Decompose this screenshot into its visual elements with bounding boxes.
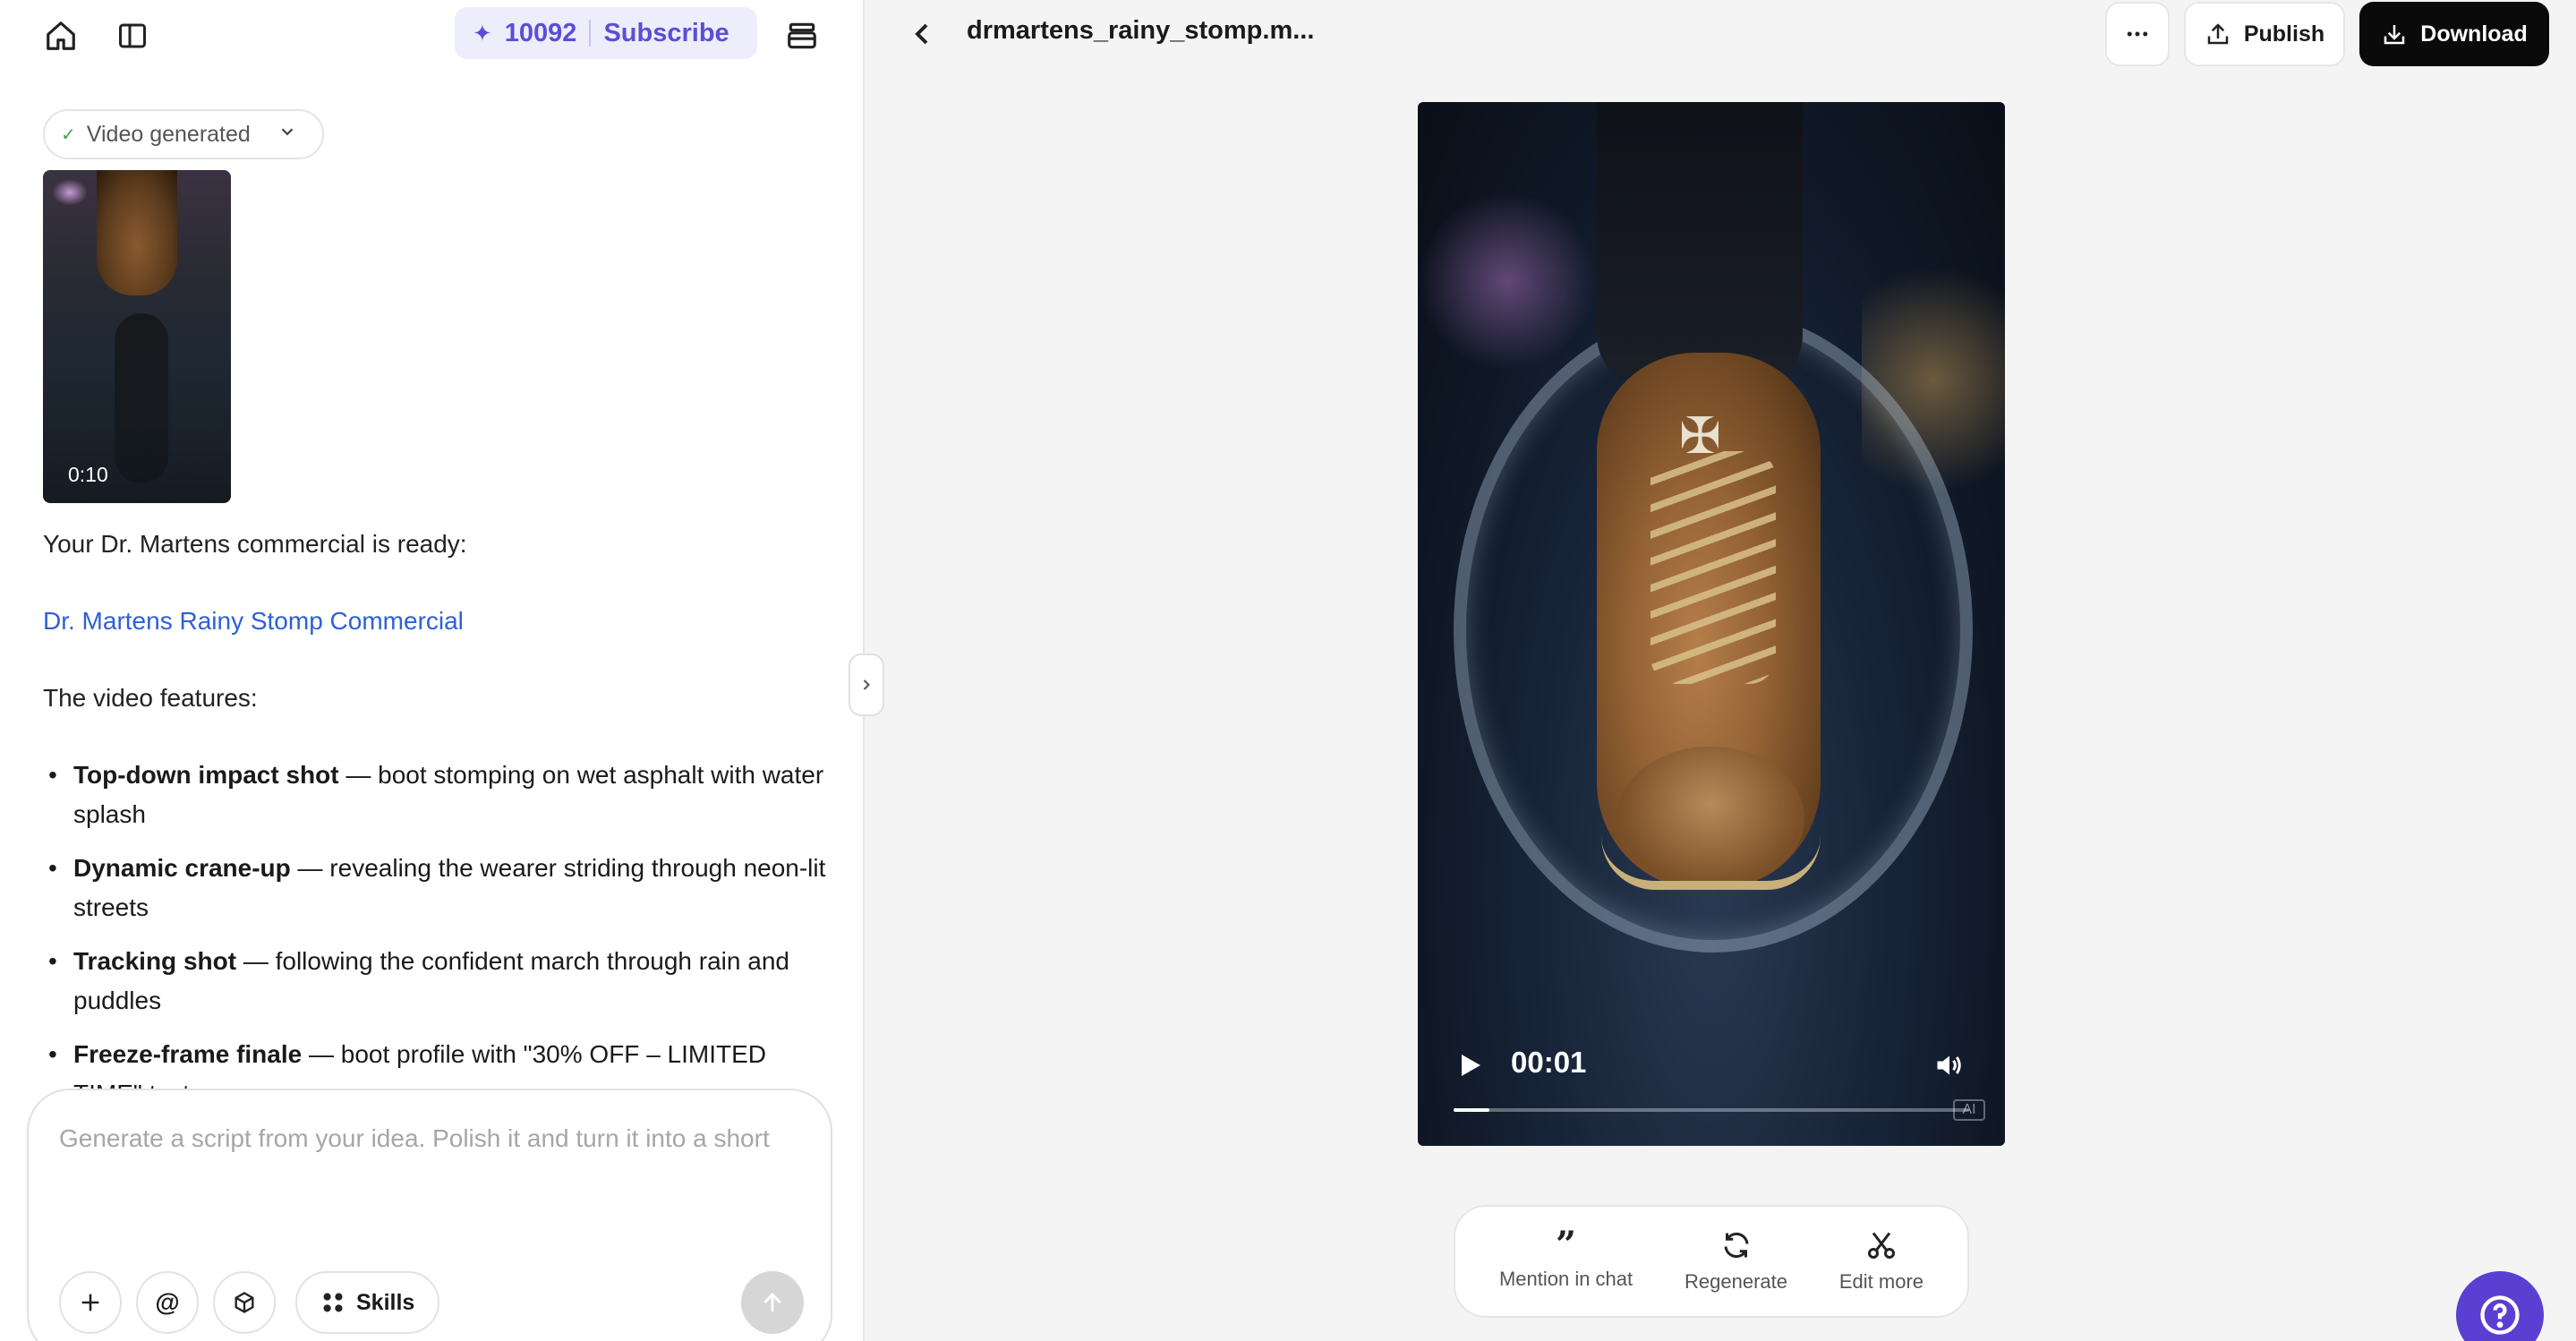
help-icon [2480,1295,2520,1335]
check-icon: ✓ [61,124,76,145]
quote-icon: ” [1556,1224,1577,1266]
thumbnail-reflection [115,313,168,483]
feature-title: Dynamic crane-up [73,854,291,882]
video-actions-bar: ” Mention in chat Regenerate Edit more [1454,1205,1969,1318]
video-generated-chip[interactable]: ✓ Video generated [43,109,324,159]
feature-title: Top-down impact shot [73,761,339,789]
thumbnail-duration: 0:10 [68,463,108,486]
list-item: Top-down impact shot — boot stomping on … [48,756,831,834]
arrow-up-icon [763,1293,781,1311]
progress-track[interactable] [1454,1108,1969,1112]
scissors-icon [1867,1232,1895,1259]
thumbnail-boot [97,170,177,295]
skills-label: Skills [356,1289,415,1315]
play-button[interactable] [1454,1049,1486,1086]
download-button[interactable]: Download [2359,2,2549,66]
play-icon [1462,1055,1480,1076]
refresh-icon [1724,1232,1748,1259]
features-list: Top-down impact shot — boot stomping on … [43,756,831,1114]
prompt-composer[interactable]: Generate a script from your idea. Polish… [27,1089,832,1341]
mention-in-chat-button[interactable]: ” Mention in chat [1498,1224,1633,1291]
chevron-left-icon [915,23,928,45]
video-thumbnail[interactable]: 0:10 [43,170,231,503]
chat-thread: ✓ Video generated 0:10 Your Dr. Martens … [43,107,831,1128]
playback-time: 00:01 [1511,1046,1587,1079]
video-player[interactable]: ✠ 00:01 AI [1418,102,2005,1146]
assets-button[interactable] [213,1271,276,1334]
feature-title: Tracking shot [73,947,237,975]
credits-count: 10092 [504,18,577,47]
chat-panel: ✦ 10092 Subscribe ✓ Video generated 0:10… [0,0,865,1341]
download-icon [2384,25,2405,45]
ai-badge: AI [1953,1099,1985,1121]
ellipsis-icon [2127,31,2148,37]
send-button[interactable] [741,1271,804,1334]
composer-input[interactable]: Generate a script from your idea. Polish… [59,1124,770,1153]
edit-more-button[interactable]: Edit more [1839,1229,1923,1294]
regenerate-button[interactable]: Regenerate [1685,1229,1787,1294]
help-button[interactable] [2456,1271,2544,1341]
subscribe-button[interactable]: Subscribe [603,19,729,48]
volume-icon [1937,1055,1961,1075]
upload-icon [2207,23,2229,45]
chevron-right-icon [863,679,870,690]
list-item: Dynamic crane-up — revealing the wearer … [48,849,831,927]
commercial-link[interactable]: Dr. Martens Rainy Stomp Commercial [43,602,831,641]
publish-button[interactable]: Publish [2184,2,2345,66]
message-intro: Your Dr. Martens commercial is ready: [43,530,467,558]
features-intro: The video features: [43,684,258,712]
at-icon: @ [155,1288,180,1316]
list-item: Tracking shot — following the confident … [48,942,831,1021]
mention-button[interactable]: @ [136,1271,199,1334]
more-options-button[interactable] [2105,2,2170,66]
publish-label: Publish [2243,21,2325,47]
status-chip-label: Video generated [86,121,251,147]
home-icon[interactable] [41,16,81,56]
sidebar-toggle-icon[interactable] [113,16,152,56]
boot-logo: ✠ [1679,407,1721,464]
file-title: drmartens_rainy_stomp.m... [967,16,1315,45]
sparkle-icon: ✦ [473,19,492,47]
feature-title: Freeze-frame finale [73,1040,303,1068]
add-button[interactable] [59,1271,122,1334]
layers-icon[interactable] [782,16,822,56]
skills-button[interactable]: Skills [295,1271,440,1334]
panel-collapse-handle[interactable] [849,653,884,716]
grid-icon [323,1293,343,1312]
video-leg [1597,102,1803,389]
cube-icon [235,1292,254,1313]
left-topbar: ✦ 10092 Subscribe [0,0,863,68]
progress-fill [1454,1108,1490,1112]
volume-button[interactable] [1933,1049,1966,1086]
video-welt [1601,836,1821,890]
video-laces [1651,451,1776,684]
download-label: Download [2420,21,2528,47]
credits-subscribe-pill[interactable]: ✦ 10092 Subscribe [455,7,757,59]
regenerate-label: Regenerate [1685,1270,1787,1293]
chevron-down-icon [277,122,297,148]
divider [589,20,592,47]
edit-more-label: Edit more [1838,1270,1924,1293]
mention-label: Mention in chat [1498,1268,1633,1290]
video-frame [1418,192,1597,371]
plus-icon [81,1294,99,1311]
thumbnail-image [52,179,88,206]
back-button[interactable] [904,16,940,56]
